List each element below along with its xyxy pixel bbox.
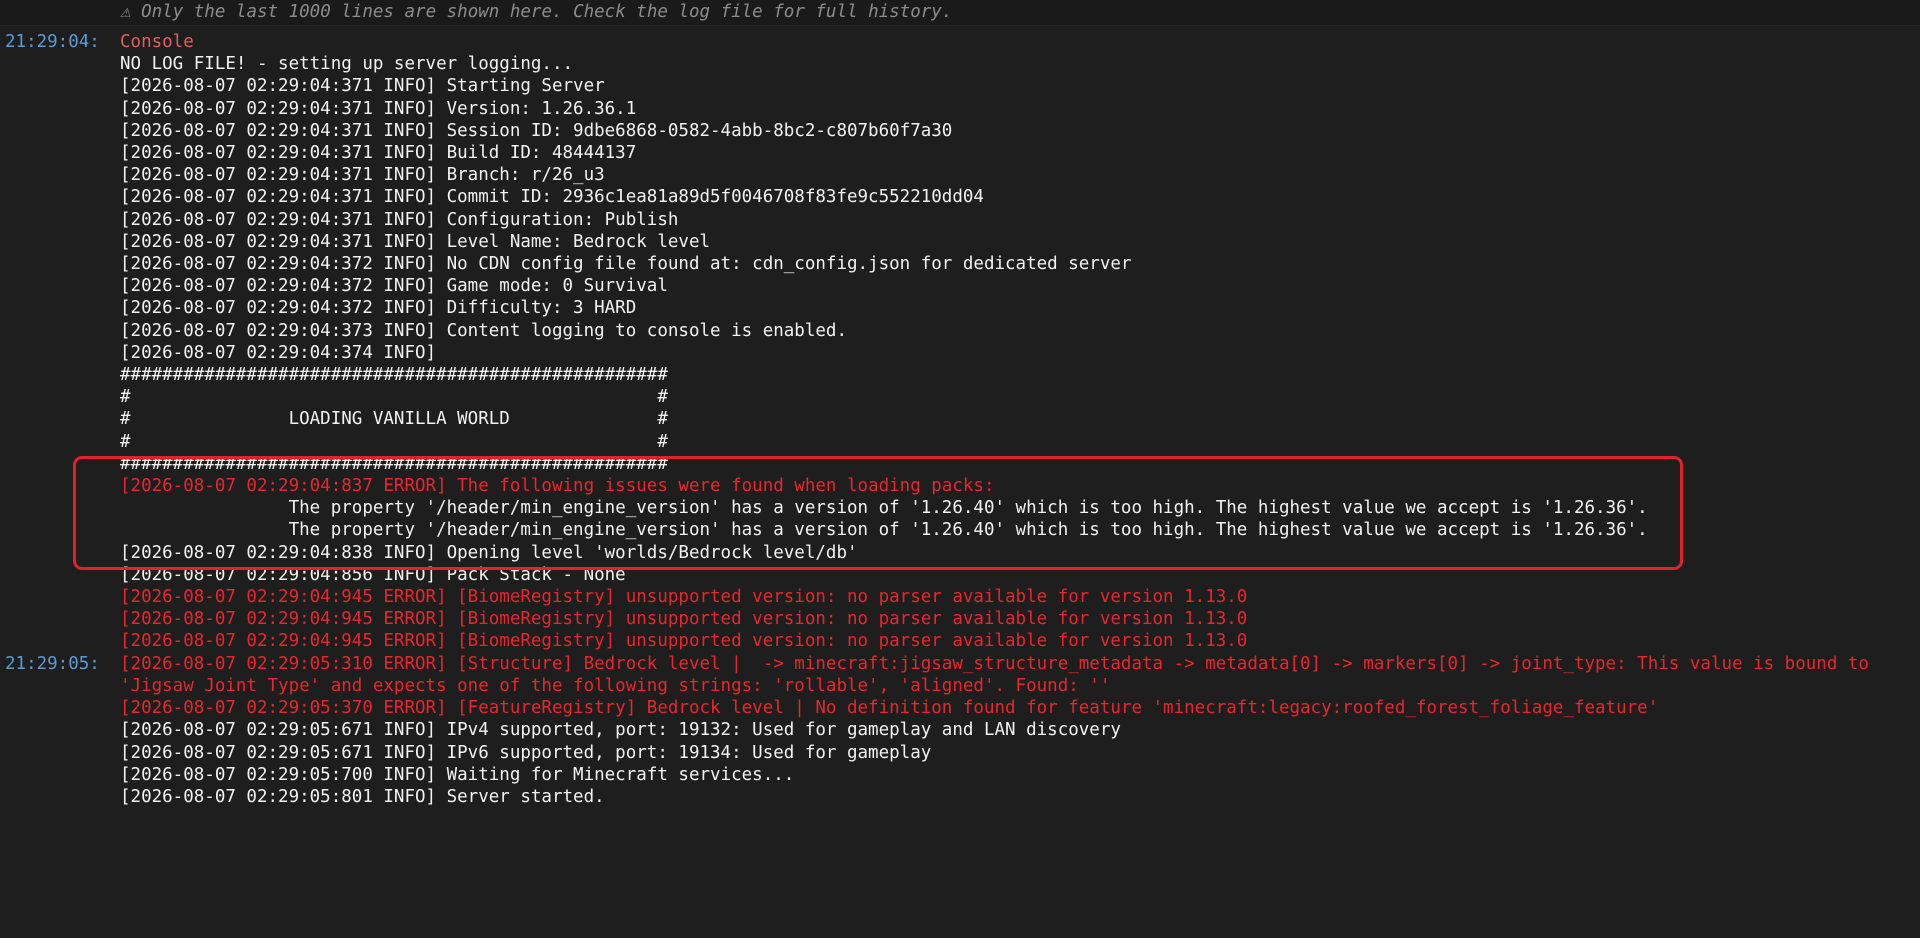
log-line: [2026-08-07 02:29:04:371 INFO] Version: … <box>120 98 637 119</box>
log-line: NO LOG FILE! - setting up server logging… <box>120 54 574 75</box>
log-line: [2026-08-07 02:29:05:671 INFO] IPv4 supp… <box>120 720 1121 741</box>
log-line: [2026-08-07 02:29:05:801 INFO] Server st… <box>120 786 605 807</box>
log-line: # # <box>120 387 668 408</box>
banner-text: Only the last 1000 lines are shown here.… <box>141 2 953 22</box>
log-group-timestamp: 21:29:04: <box>5 32 100 52</box>
log-line: [2026-08-07 02:29:04:373 INFO] Content l… <box>120 320 847 341</box>
log-group: 21:29:04: Console NO LOG FILE! - setting u… <box>0 31 1920 653</box>
log-line-error: [2026-08-07 02:29:04:945 ERROR] [BiomeRe… <box>120 587 1248 608</box>
log-group: 21:29:05: [2026-08-07 02:29:05:310 ERROR]… <box>0 653 1920 808</box>
log-line: [2026-08-07 02:29:04:371 INFO] Build ID:… <box>120 143 637 164</box>
log-line-error: [2026-08-07 02:29:05:370 ERROR] [Feature… <box>120 698 1659 719</box>
log-line-error: [2026-08-07 02:29:04:837 ERROR] The foll… <box>120 476 995 497</box>
log-lines: [2026-08-07 02:29:05:310 ERROR] [Structu… <box>120 653 1890 808</box>
log-line: ########################################… <box>120 453 668 474</box>
log-source-label: Console <box>120 32 194 52</box>
log-line: [2026-08-07 02:29:04:371 INFO] Starting … <box>120 76 605 97</box>
console-log[interactable]: 21:29:04: Console NO LOG FILE! - setting u… <box>0 31 1920 808</box>
log-truncation-banner: ⚠ Only the last 1000 lines are shown her… <box>0 0 1920 26</box>
log-line: # # <box>120 431 668 452</box>
log-line: [2026-08-07 02:29:04:372 INFO] No CDN co… <box>120 254 1132 275</box>
log-line: The property '/header/min_engine_version… <box>120 498 1648 519</box>
log-line: [2026-08-07 02:29:04:371 INFO] Branch: r… <box>120 165 605 186</box>
log-group-timestamp: 21:29:05: <box>5 653 100 674</box>
log-line-error: [2026-08-07 02:29:05:310 ERROR] [Structu… <box>120 653 1880 696</box>
banner-message: ⚠ Only the last 1000 lines are shown her… <box>120 1 952 23</box>
log-line: The property '/header/min_engine_version… <box>120 520 1648 541</box>
warning-icon: ⚠ <box>120 2 131 22</box>
log-line: [2026-08-07 02:29:04:372 INFO] Difficult… <box>120 298 637 319</box>
log-line: [2026-08-07 02:29:04:838 INFO] Opening l… <box>120 542 858 563</box>
log-line-error: [2026-08-07 02:29:04:945 ERROR] [BiomeRe… <box>120 631 1248 652</box>
log-line: [2026-08-07 02:29:04:371 INFO] Configura… <box>120 209 679 230</box>
log-line-error: [2026-08-07 02:29:04:945 ERROR] [BiomeRe… <box>120 609 1248 630</box>
log-line: [2026-08-07 02:29:04:856 INFO] Pack Stac… <box>120 564 626 585</box>
log-line: [2026-08-07 02:29:04:371 INFO] Session I… <box>120 120 953 141</box>
log-line: # LOADING VANILLA WORLD # <box>120 409 668 430</box>
log-line: [2026-08-07 02:29:04:372 INFO] Game mode… <box>120 276 668 297</box>
log-line: [2026-08-07 02:29:04:374 INFO] <box>120 342 437 363</box>
log-line: [2026-08-07 02:29:05:700 INFO] Waiting f… <box>120 764 795 785</box>
log-line: [2026-08-07 02:29:05:671 INFO] IPv6 supp… <box>120 742 932 763</box>
log-line: [2026-08-07 02:29:04:371 INFO] Level Nam… <box>120 231 711 252</box>
log-lines: Console NO LOG FILE! - setting up server … <box>120 31 1890 653</box>
log-line: ########################################… <box>120 365 668 386</box>
log-line: [2026-08-07 02:29:04:371 INFO] Commit ID… <box>120 187 984 208</box>
